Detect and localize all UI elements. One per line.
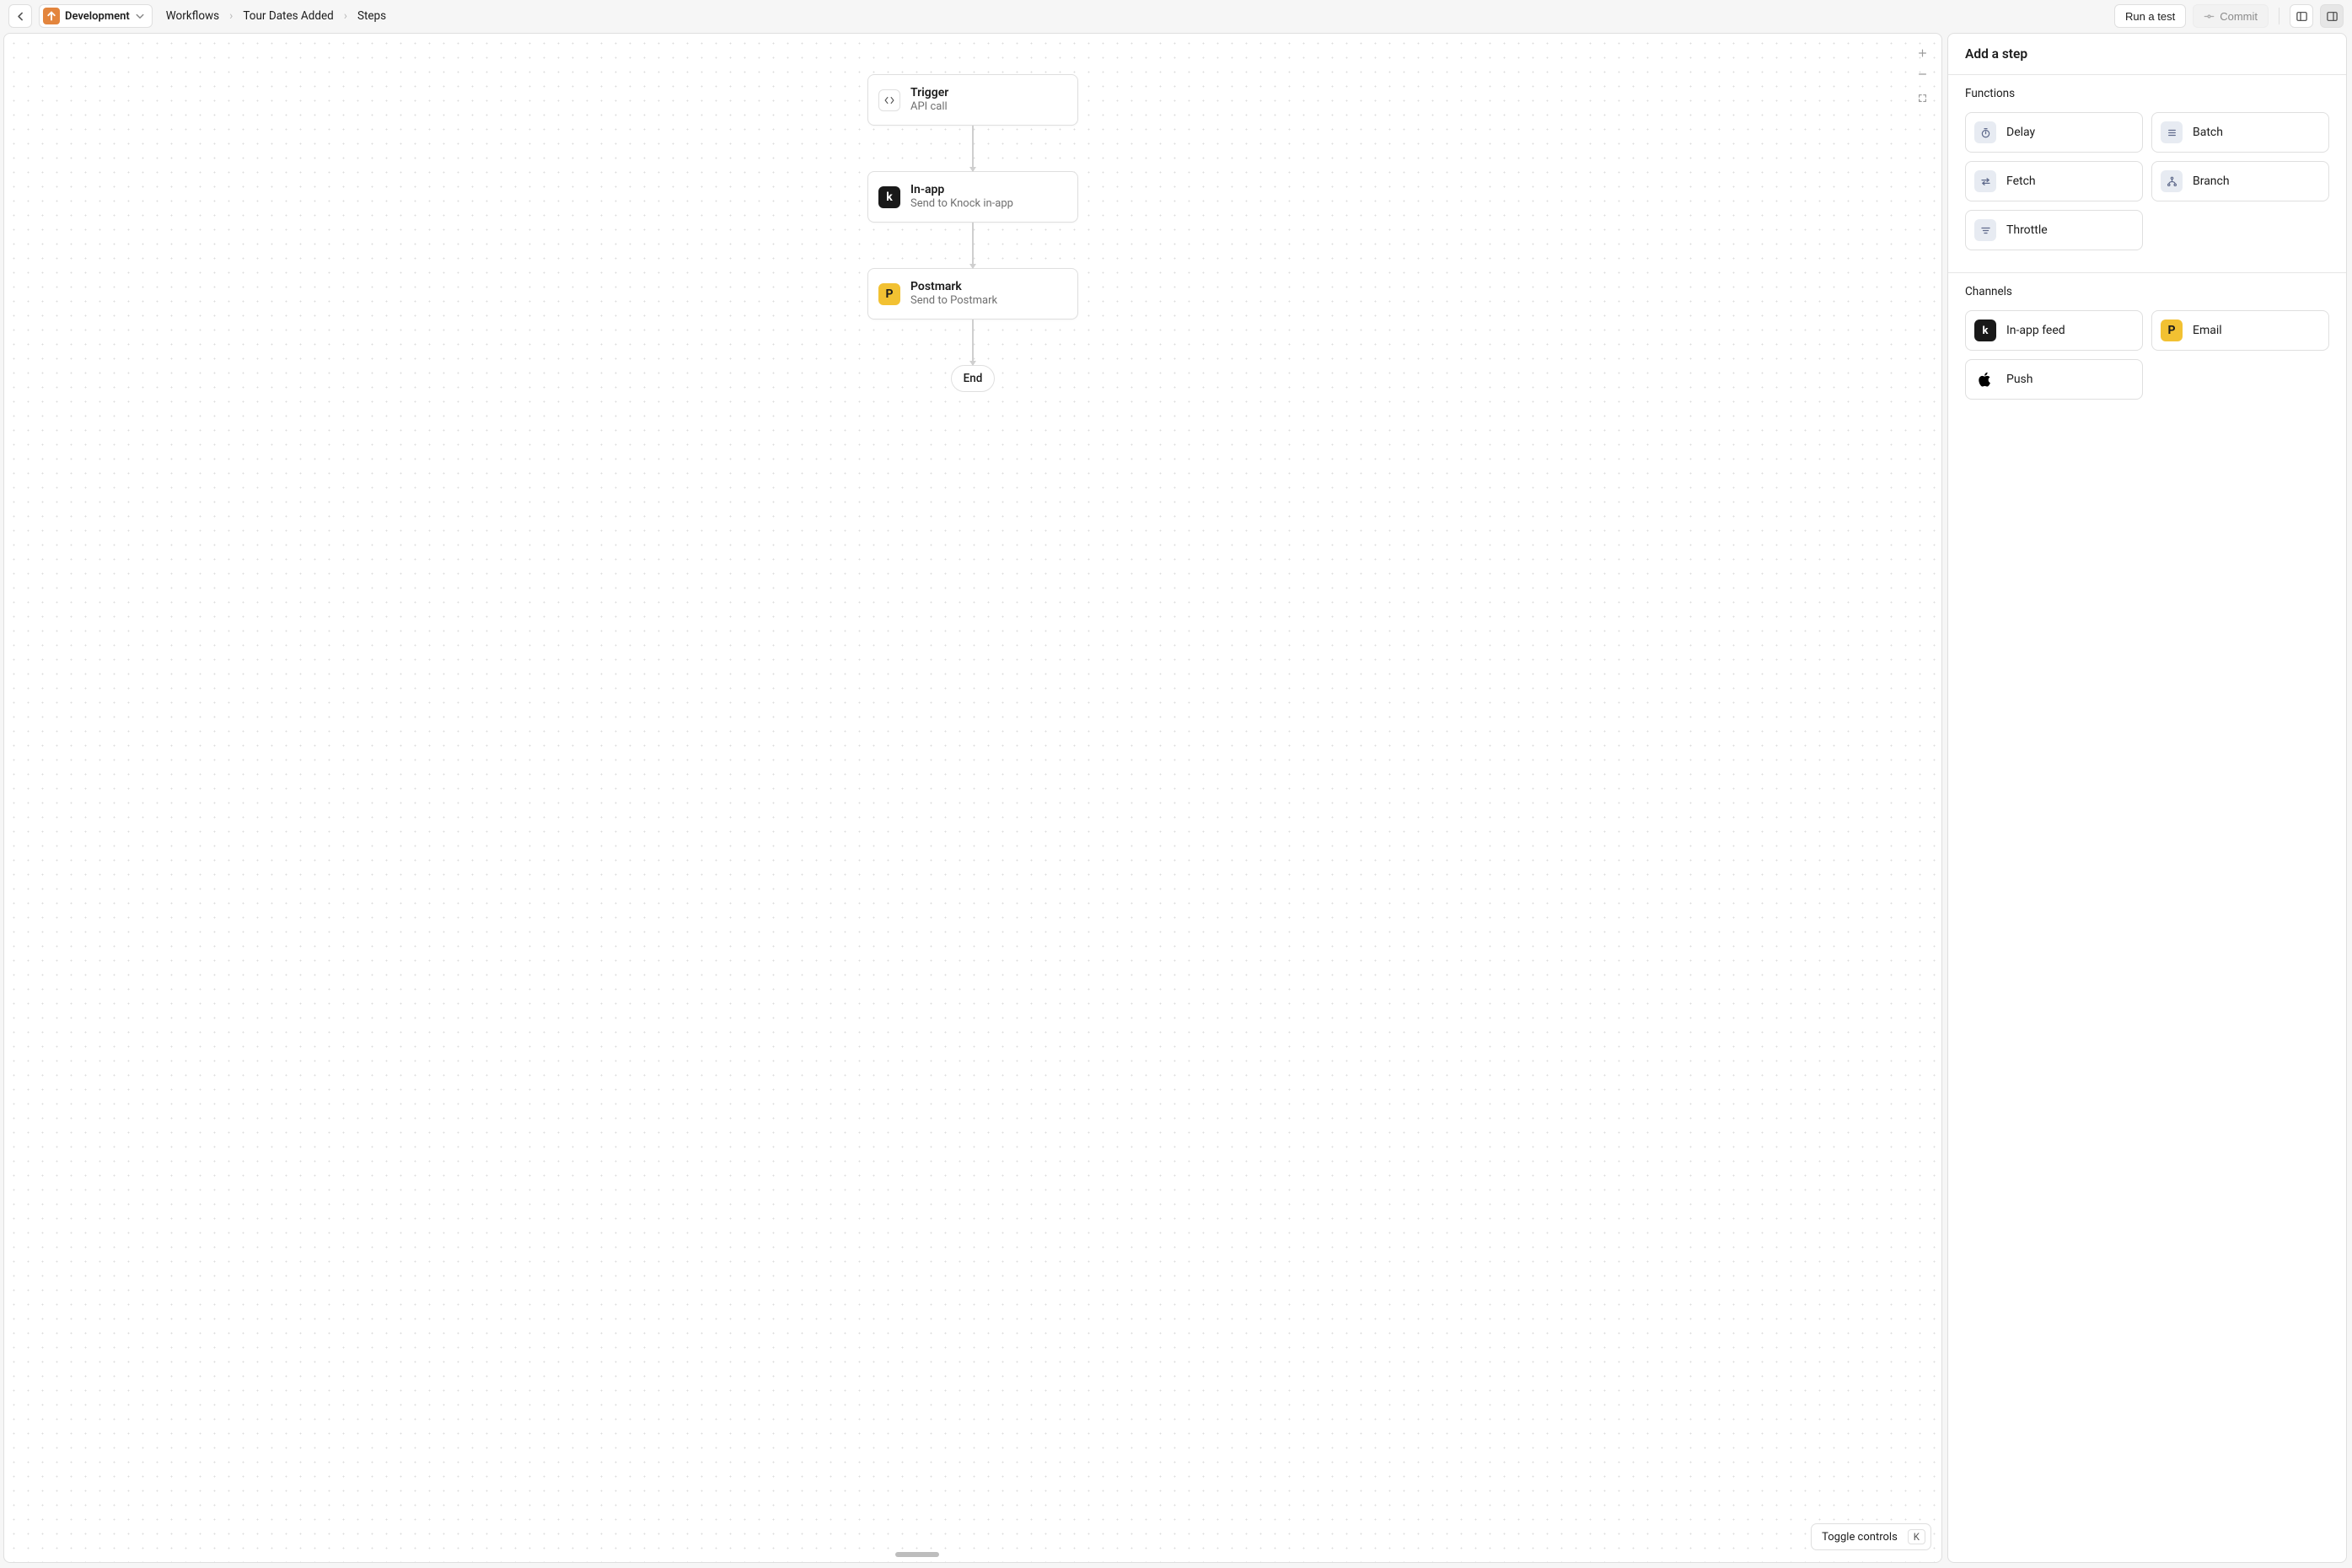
panel-right-icon	[2326, 10, 2339, 23]
chevron-right-icon: ›	[229, 9, 233, 23]
commit-label: Commit	[2220, 10, 2258, 23]
env-selector[interactable]: Development	[39, 4, 153, 28]
env-logo-icon	[43, 8, 60, 24]
tile-label: Push	[2006, 373, 2033, 386]
fit-view-button[interactable]	[1912, 88, 1933, 109]
scrollbar-thumb[interactable]	[895, 1552, 939, 1557]
list-icon	[2161, 121, 2183, 143]
toggle-right-panel-button[interactable]	[2320, 4, 2344, 28]
section-functions-heading: Functions	[1965, 87, 2329, 100]
postmark-icon: P	[878, 283, 900, 305]
apple-icon	[1974, 368, 1996, 390]
panel-title: Add a step	[1948, 34, 2346, 74]
workflow-canvas[interactable]: Trigger API call k In-app Send to Knock …	[3, 33, 1942, 1563]
filter-icon	[1974, 219, 1996, 241]
connector[interactable]	[972, 320, 974, 365]
run-test-label: Run a test	[2125, 10, 2175, 23]
zoom-controls	[1912, 42, 1933, 109]
header: Development Workflows › Tour Dates Added…	[0, 0, 2352, 33]
breadcrumb-workflow-name[interactable]: Tour Dates Added	[243, 9, 333, 23]
chevron-right-icon: ›	[344, 9, 347, 23]
chevron-down-icon	[135, 11, 145, 21]
step-trigger[interactable]: Trigger API call	[867, 74, 1078, 126]
function-tile-batch[interactable]: Batch	[2151, 112, 2329, 153]
commit-button[interactable]: Commit	[2193, 4, 2269, 28]
connector[interactable]	[972, 223, 974, 268]
channel-tile-email[interactable]: P Email	[2151, 310, 2329, 351]
breadcrumb-workflows[interactable]: Workflows	[166, 9, 219, 23]
step-title: In-app	[910, 183, 1013, 198]
tile-label: Throttle	[2006, 223, 2048, 237]
step-postmark[interactable]: P Postmark Send to Postmark	[867, 268, 1078, 320]
zoom-in-button[interactable]	[1912, 42, 1933, 63]
shortcut-key: K	[1908, 1529, 1925, 1544]
tile-label: Batch	[2193, 126, 2223, 139]
step-title: Postmark	[910, 280, 997, 295]
function-tile-delay[interactable]: Delay	[1965, 112, 2143, 153]
zoom-out-button[interactable]	[1912, 63, 1933, 84]
step-subtitle: Send to Postmark	[910, 294, 997, 308]
toggle-controls-button[interactable]: Toggle controls K	[1811, 1523, 1931, 1550]
scrollbar-horizontal	[4, 1552, 1941, 1557]
postmark-icon: P	[2161, 320, 2183, 341]
functions-grid: Delay Batch Fetch	[1965, 112, 2329, 250]
run-test-button[interactable]: Run a test	[2114, 4, 2186, 28]
toggle-left-panel-button[interactable]	[2290, 4, 2313, 28]
section-channels-heading: Channels	[1965, 285, 2329, 298]
toggle-controls-label: Toggle controls	[1822, 1531, 1898, 1544]
workflow-flow: Trigger API call k In-app Send to Knock …	[867, 74, 1078, 392]
channels-grid: k In-app feed P Email Push	[1965, 310, 2329, 400]
connector[interactable]	[972, 126, 974, 171]
breadcrumb-steps[interactable]: Steps	[357, 9, 386, 23]
tile-label: In-app feed	[2006, 324, 2065, 337]
step-subtitle: API call	[910, 100, 948, 114]
end-node: End	[951, 365, 996, 392]
channel-tile-in-app-feed[interactable]: k In-app feed	[1965, 310, 2143, 351]
commit-icon	[2204, 11, 2215, 22]
divider	[2279, 8, 2280, 24]
tile-label: Branch	[2193, 175, 2230, 188]
knock-icon: k	[878, 186, 900, 208]
stopwatch-icon	[1974, 121, 1996, 143]
branch-icon	[2161, 170, 2183, 192]
back-button[interactable]	[8, 4, 32, 28]
expand-icon	[1917, 92, 1928, 105]
step-subtitle: Send to Knock in-app	[910, 197, 1013, 211]
plus-icon	[1917, 47, 1928, 59]
panel-left-icon	[2296, 10, 2308, 23]
channel-tile-push[interactable]: Push	[1965, 359, 2143, 400]
tile-label: Delay	[2006, 126, 2035, 139]
env-name: Development	[65, 10, 130, 23]
knock-icon: k	[1974, 320, 1996, 341]
function-tile-throttle[interactable]: Throttle	[1965, 210, 2143, 250]
tile-label: Email	[2193, 324, 2222, 337]
breadcrumb: Workflows › Tour Dates Added › Steps	[166, 9, 386, 23]
step-in-app[interactable]: k In-app Send to Knock in-app	[867, 171, 1078, 223]
step-title: Trigger	[910, 86, 948, 101]
function-tile-branch[interactable]: Branch	[2151, 161, 2329, 201]
api-icon	[878, 89, 900, 111]
end-label: End	[964, 372, 983, 385]
chevron-left-icon	[15, 11, 26, 22]
function-tile-fetch[interactable]: Fetch	[1965, 161, 2143, 201]
minus-icon	[1917, 68, 1928, 80]
right-panel: Add a step Functions Delay Batch	[1947, 33, 2347, 1563]
swap-icon	[1974, 170, 1996, 192]
tile-label: Fetch	[2006, 175, 2036, 188]
